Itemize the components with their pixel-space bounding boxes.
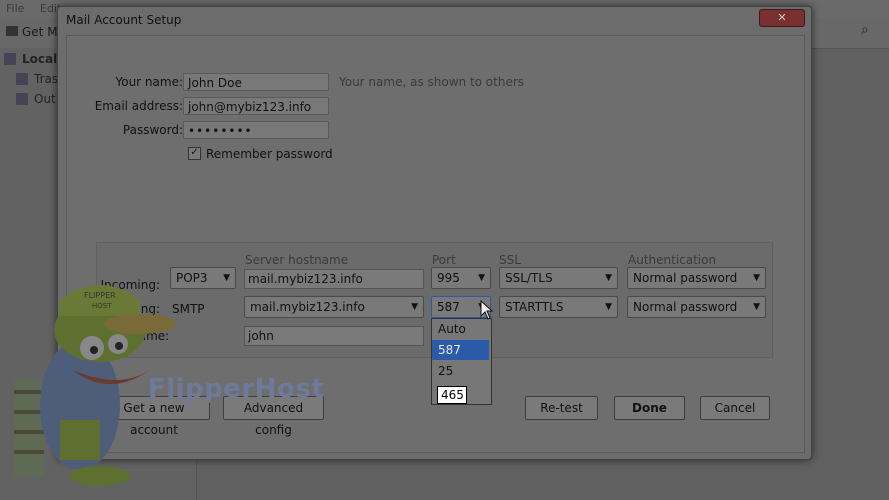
chevron-down-icon: ▼ bbox=[223, 273, 230, 283]
done-button[interactable]: Done bbox=[614, 396, 685, 420]
get-mail-button[interactable]: Get M bbox=[6, 25, 58, 39]
dialog-titlebar[interactable]: Mail Account Setup ✕ bbox=[58, 7, 811, 35]
incoming-ssl-select[interactable]: SSL/TLS ▼ bbox=[499, 267, 618, 289]
chevron-down-icon: ▼ bbox=[753, 273, 760, 283]
mouse-cursor-icon bbox=[480, 300, 494, 320]
outgoing-auth-value: Normal password bbox=[633, 300, 738, 314]
chevron-down-icon: ▼ bbox=[605, 273, 612, 283]
port-option-465[interactable]: 465 bbox=[437, 386, 467, 404]
email-input[interactable]: john@mybiz123.info bbox=[183, 97, 329, 115]
port-option-auto[interactable]: Auto bbox=[432, 319, 489, 339]
email-label: Email address: bbox=[94, 99, 183, 113]
chevron-down-icon: ▼ bbox=[478, 273, 485, 283]
incoming-ssl-value: SSL/TLS bbox=[505, 271, 553, 285]
chevron-down-icon: ▼ bbox=[411, 302, 418, 312]
flipperhost-watermark: FlipperHost bbox=[148, 374, 325, 404]
folder-label: Tras bbox=[34, 72, 59, 86]
incoming-auth-select[interactable]: Normal password ▼ bbox=[627, 267, 766, 289]
port-option-587[interactable]: 587 bbox=[432, 340, 489, 360]
mascot-cap-text-2: HOST bbox=[92, 302, 112, 310]
trash-icon bbox=[16, 73, 28, 85]
your-name-label: Your name: bbox=[115, 75, 183, 89]
retest-button[interactable]: Re-test bbox=[525, 396, 598, 420]
port-dropdown-list: Auto 587 25 465 bbox=[431, 318, 492, 405]
incoming-auth-value: Normal password bbox=[633, 271, 738, 285]
incoming-hostname-input[interactable]: mail.mybiz123.info bbox=[244, 269, 424, 289]
your-name-input[interactable]: John Doe bbox=[183, 73, 329, 91]
close-button[interactable]: ✕ bbox=[759, 9, 805, 27]
folder-label: Local bbox=[22, 52, 58, 66]
chevron-down-icon: ▼ bbox=[753, 302, 760, 312]
mascot-cap-text: FLIPPER bbox=[84, 291, 116, 300]
chevron-down-icon: ▼ bbox=[605, 302, 612, 312]
outgoing-hostname-value: mail.mybiz123.info bbox=[250, 300, 365, 314]
folder-local[interactable]: Local bbox=[4, 50, 57, 68]
incoming-port-value: 995 bbox=[437, 271, 460, 285]
folder-outbox[interactable]: Out bbox=[16, 90, 56, 108]
outgoing-hostname-select[interactable]: mail.mybiz123.info ▼ bbox=[244, 296, 424, 318]
password-label: Password: bbox=[122, 123, 183, 137]
username-input[interactable]: john bbox=[244, 326, 424, 346]
outbox-icon bbox=[16, 93, 28, 105]
header-auth: Authentication bbox=[628, 253, 717, 267]
your-name-hint: Your name, as shown to others bbox=[339, 75, 525, 89]
outgoing-port-value: 587 bbox=[437, 300, 460, 314]
cancel-button[interactable]: Cancel bbox=[700, 396, 770, 420]
folder-label: Out bbox=[34, 92, 56, 106]
header-hostname: Server hostname bbox=[245, 253, 349, 267]
outgoing-ssl-value: STARTTLS bbox=[505, 300, 564, 314]
get-mail-label: Get M bbox=[22, 25, 58, 39]
incoming-port-select[interactable]: 995 ▼ bbox=[431, 267, 491, 289]
outgoing-ssl-select[interactable]: STARTTLS ▼ bbox=[499, 296, 618, 318]
remember-password-checkbox[interactable]: ✓ bbox=[188, 147, 201, 160]
header-ssl: SSL bbox=[499, 253, 521, 267]
menu-file[interactable]: File bbox=[0, 0, 30, 17]
download-icon bbox=[6, 26, 18, 36]
computer-icon bbox=[4, 53, 16, 65]
remember-password-label: Remember password bbox=[206, 147, 333, 161]
folder-trash[interactable]: Tras bbox=[16, 70, 58, 88]
header-port: Port bbox=[432, 253, 456, 267]
password-input[interactable]: •••••••• bbox=[183, 121, 329, 139]
outgoing-auth-select[interactable]: Normal password ▼ bbox=[627, 296, 766, 318]
dialog-title: Mail Account Setup bbox=[66, 13, 182, 27]
search-icon[interactable]: ⌕ bbox=[861, 22, 885, 42]
port-option-25[interactable]: 25 bbox=[432, 361, 489, 381]
